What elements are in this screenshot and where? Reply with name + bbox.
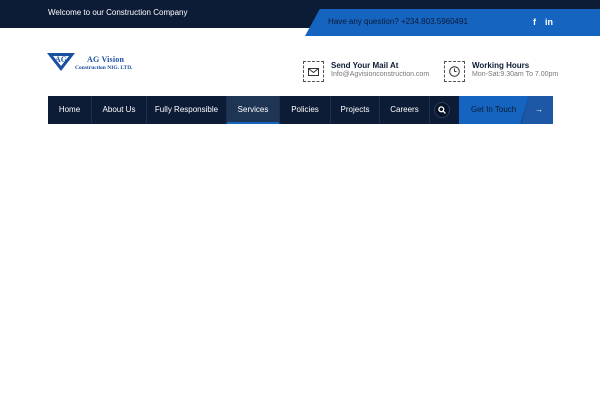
nav-label: Policies <box>291 105 319 114</box>
nav-label: Fully Responsible <box>154 105 219 114</box>
ag-logo-mark-icon: AG <box>47 53 75 71</box>
nav-divider <box>429 96 430 124</box>
main-nav: Home About Us Fully Responsible Services… <box>48 96 553 124</box>
nav-item-careers[interactable]: Careers <box>380 96 429 124</box>
active-indicator <box>227 122 279 124</box>
top-bar: Welcome to our Construction Company <box>0 0 600 28</box>
logo-initials: AG <box>55 55 67 64</box>
mail-icon <box>308 67 319 76</box>
mail-title: Send Your Mail At <box>331 61 399 70</box>
nav-item-fully-responsible[interactable]: Fully Responsible <box>147 96 226 124</box>
cta-label: Get In Touch <box>471 105 517 114</box>
nav-item-projects[interactable]: Projects <box>331 96 379 124</box>
clock-icon-box <box>444 61 465 82</box>
search-button[interactable] <box>434 102 450 118</box>
nav-label: Home <box>58 105 81 114</box>
mail-value[interactable]: Info@Agvisionconstruction.com <box>331 71 429 78</box>
hours-value: Mon-Sat:9.30am To 7.00pm <box>472 71 559 78</box>
company-logo[interactable]: AG AG Vision Construction NIG. LTD. <box>47 51 147 75</box>
get-in-touch-button[interactable]: Get In Touch <box>459 96 529 124</box>
mail-icon-box <box>303 61 324 82</box>
nav-label: Careers <box>390 105 419 114</box>
logo-subtitle: Construction NIG. LTD. <box>75 65 133 71</box>
nav-item-about-us[interactable]: About Us <box>92 96 146 124</box>
nav-item-services[interactable]: Services <box>227 96 279 124</box>
clock-icon <box>449 66 460 77</box>
logo-name: AG Vision <box>87 55 125 64</box>
page: Welcome to our Construction Company Have… <box>0 0 600 400</box>
nav-item-home[interactable]: Home <box>48 96 91 124</box>
arrow-right-icon: → <box>535 105 543 114</box>
nav-label: Services <box>237 105 269 114</box>
search-icon <box>438 106 446 114</box>
hours-title: Working Hours <box>472 61 530 70</box>
welcome-text: Welcome to our Construction Company <box>48 8 188 17</box>
nav-label: About Us <box>102 105 136 114</box>
nav-label: Projects <box>340 105 370 114</box>
nav-item-policies[interactable]: Policies <box>280 96 330 124</box>
